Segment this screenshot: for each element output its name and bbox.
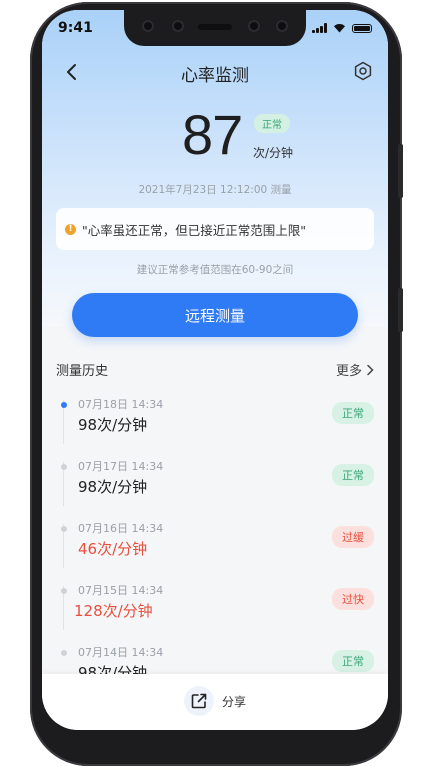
history-item[interactable]: 07月18日 14:34 98次/分钟 正常	[42, 394, 388, 450]
status-time: 9:41	[58, 20, 93, 36]
chevron-right-icon	[367, 364, 374, 375]
remote-measure-button[interactable]: 远程测量	[72, 293, 358, 337]
speaker-grille	[198, 24, 232, 30]
signal-icon	[312, 23, 327, 33]
history-status-badge: 过缓	[332, 526, 374, 548]
history-item[interactable]: 07月16日 14:34 46次/分钟 过缓	[42, 518, 388, 574]
history-status-badge: 正常	[332, 402, 374, 424]
history-status-badge: 正常	[332, 650, 374, 672]
sensor-2	[248, 20, 260, 32]
timeline-dot	[61, 464, 67, 470]
warning-icon: !	[65, 223, 76, 235]
sensor-3	[276, 20, 288, 32]
history-value: 128次/分钟	[74, 602, 153, 620]
timeline-dot	[61, 402, 67, 408]
alert-text: "心率虽还正常，但已接近正常范围上限"	[82, 222, 306, 238]
volume-button	[398, 144, 403, 198]
share-icon-wrap	[183, 686, 214, 716]
heart-rate-value: 87	[182, 103, 243, 166]
page-title: 心率监测	[181, 66, 249, 86]
sensor	[172, 20, 184, 32]
power-button	[398, 288, 403, 332]
history-item[interactable]: 07月17日 14:34 98次/分钟 正常	[42, 456, 388, 512]
status-badge: 正常	[254, 114, 290, 133]
timeline-dot	[61, 588, 67, 594]
notch	[124, 10, 306, 46]
more-label: 更多	[335, 364, 362, 379]
history-item[interactable]: 07月15日 14:34 128次/分钟 过快	[42, 580, 388, 636]
timeline-dot	[61, 650, 67, 656]
history-date: 07月16日 14:34	[78, 522, 164, 535]
history-value: 98次/分钟	[78, 478, 148, 496]
reference-hint: 建议正常参考值范围在60-90之间	[136, 264, 294, 276]
heart-rate-unit: 次/分钟	[253, 146, 294, 160]
front-camera	[142, 20, 154, 32]
share-button[interactable]: 分享	[42, 686, 388, 716]
history-date: 07月15日 14:34	[78, 584, 164, 597]
history-status-badge: 过快	[332, 588, 374, 610]
timeline-dot	[61, 526, 67, 532]
history-date: 07月18日 14:34	[78, 398, 164, 411]
app-screen: 9:41 心率监测 87 正常 次/分钟 2021年7月23日 12:12:00…	[42, 10, 388, 730]
history-date: 07月14日 14:34	[78, 646, 164, 659]
wifi-icon	[334, 24, 345, 33]
alert-banner: ! "心率虽还正常，但已接近正常范围上限"	[56, 208, 374, 250]
nav-bar: 心率监测	[42, 58, 388, 86]
status-icons	[312, 23, 372, 33]
battery-icon	[352, 23, 372, 33]
settings-icon[interactable]	[352, 60, 374, 82]
share-icon	[191, 693, 207, 709]
history-date: 07月17日 14:34	[78, 460, 164, 473]
measurement-time: 2021年7月23日 12:12:00 测量	[138, 184, 292, 196]
more-link[interactable]: 更多	[336, 360, 374, 379]
share-label: 分享	[221, 694, 246, 709]
history-status-badge: 正常	[332, 464, 374, 486]
bottom-bar: 分享	[42, 674, 388, 730]
history-title: 测量历史	[56, 364, 109, 379]
history-value: 98次/分钟	[78, 416, 148, 434]
history-value: 46次/分钟	[78, 540, 148, 558]
